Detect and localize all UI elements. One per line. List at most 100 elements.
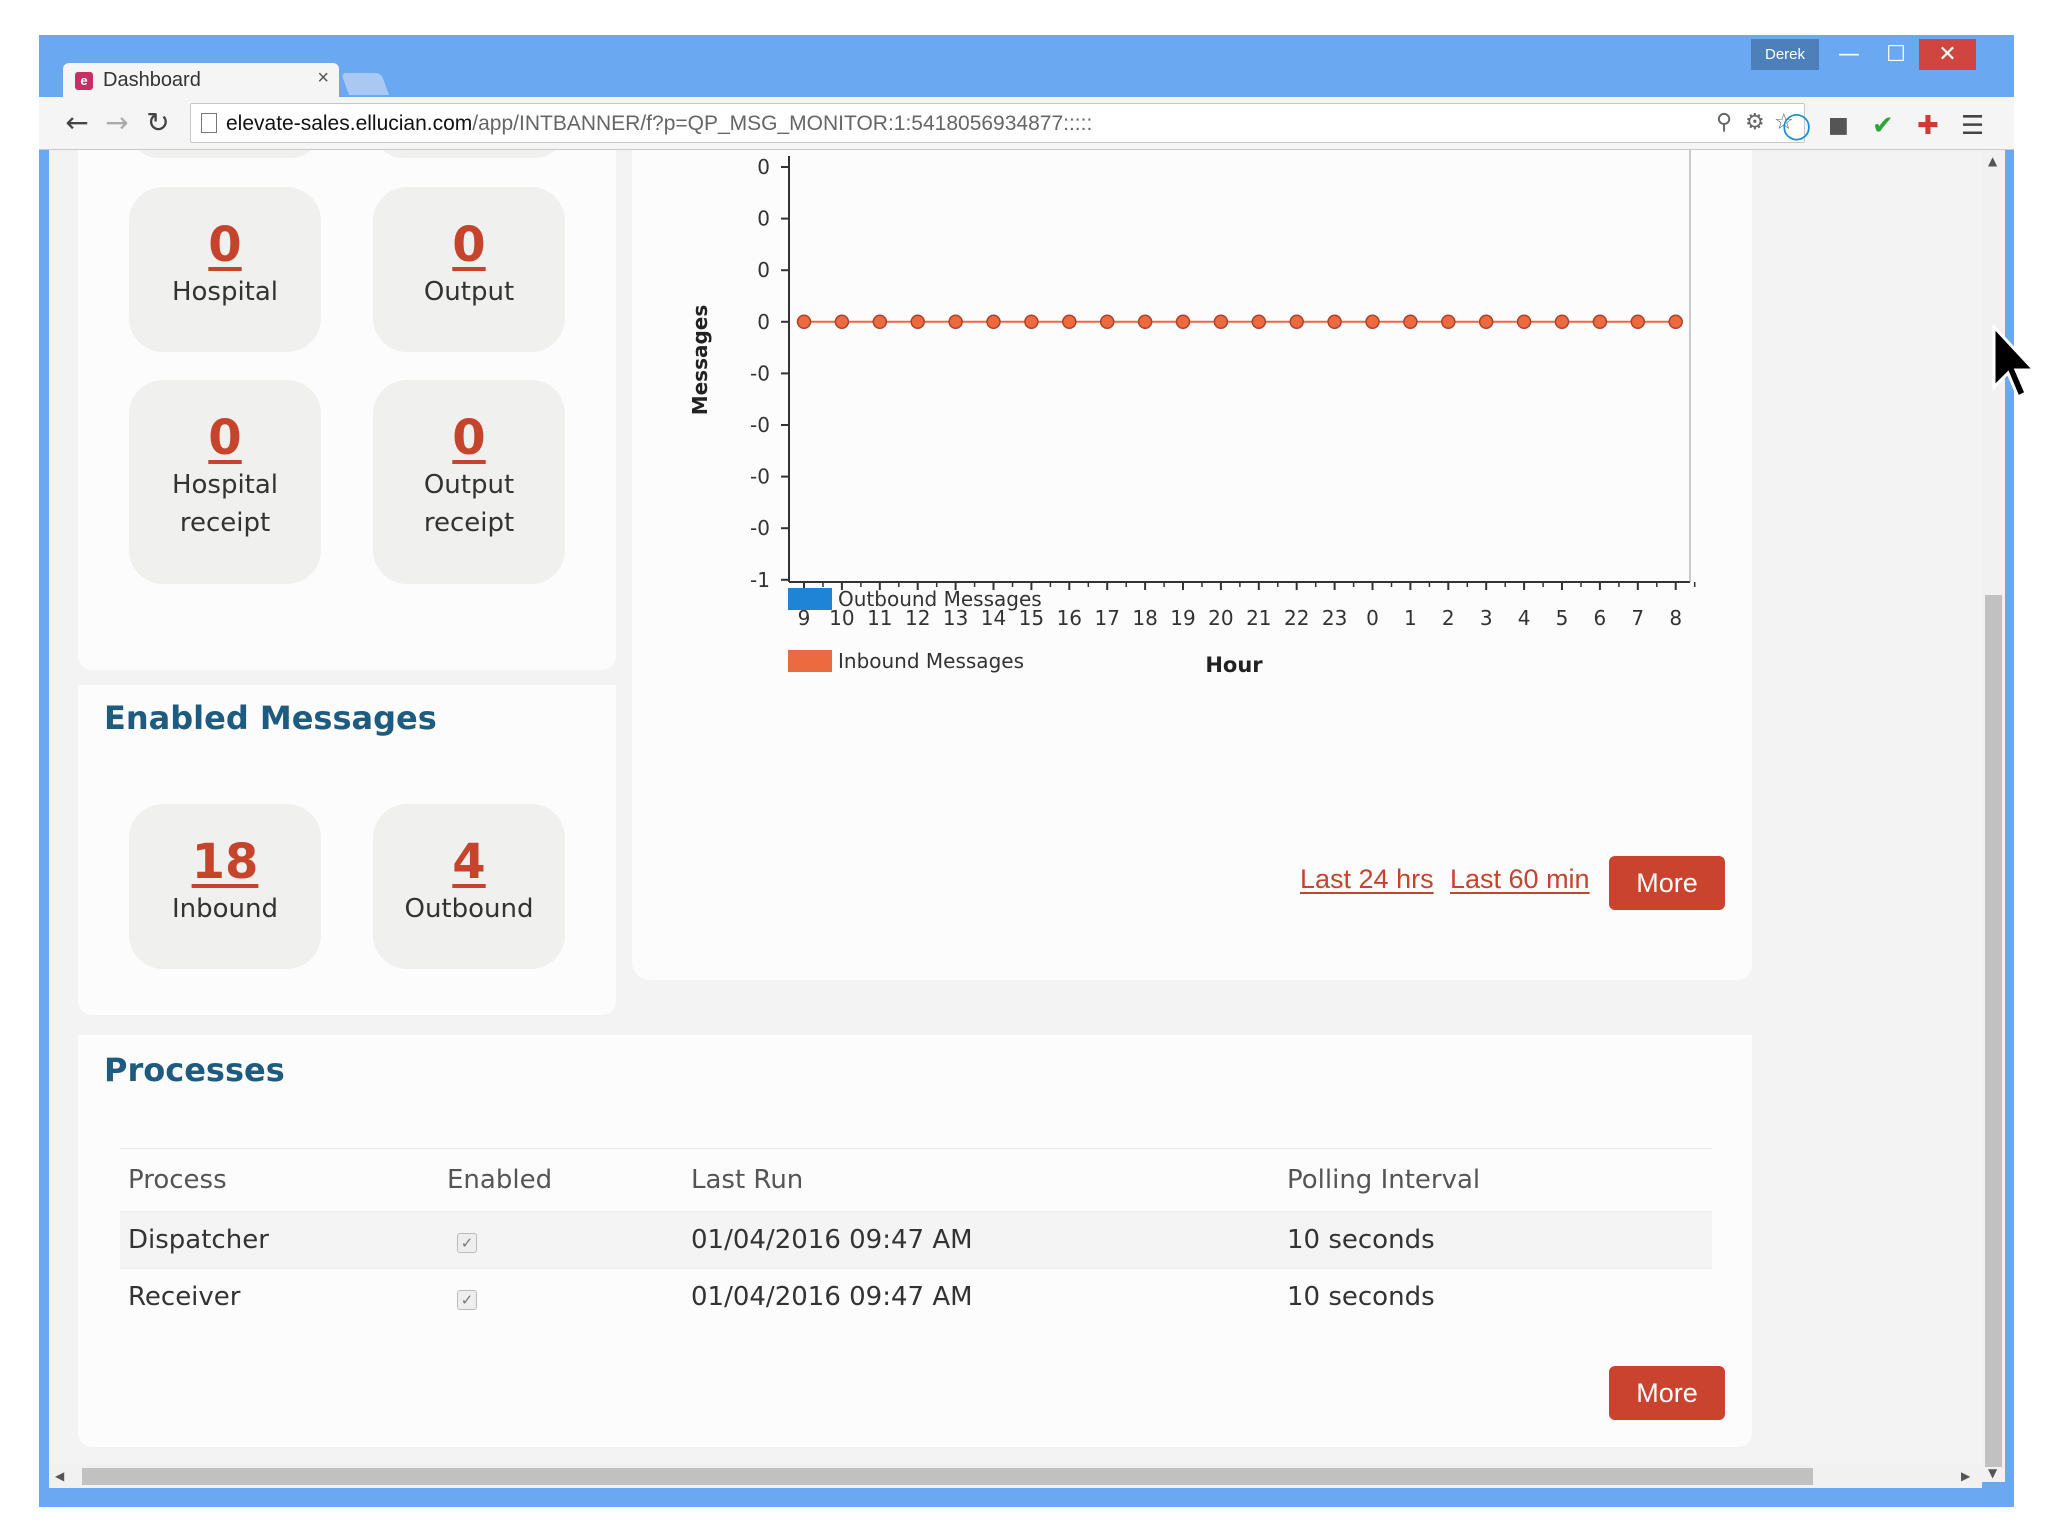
- back-arrow-icon[interactable]: ←: [61, 107, 93, 139]
- data-point: [948, 314, 963, 330]
- last-run: 01/04/2016 09:47 AM: [683, 1268, 1279, 1325]
- scroll-down-icon[interactable]: ▼: [1988, 1466, 1997, 1480]
- address-bar[interactable]: elevate-sales.ellucian.com/app/INTBANNER…: [190, 103, 1805, 143]
- data-point: [796, 314, 812, 330]
- tab-close-icon[interactable]: ×: [317, 67, 329, 90]
- process-name: Receiver: [120, 1268, 439, 1325]
- data-point: [1251, 314, 1267, 330]
- extension-ring-icon[interactable]: ◯: [1782, 113, 1811, 139]
- x-tick-label: 1: [1404, 606, 1417, 630]
- menu-icon[interactable]: ☰: [1961, 113, 1984, 139]
- col-enabled[interactable]: Enabled: [439, 1148, 683, 1212]
- last-24-hrs-link[interactable]: Last 24 hrs: [1300, 864, 1434, 895]
- extension-check-icon[interactable]: ✔: [1872, 113, 1894, 139]
- tile-count[interactable]: 0: [129, 217, 321, 273]
- processes-more-button[interactable]: More: [1609, 1366, 1725, 1420]
- close-window-icon[interactable]: ✕: [1919, 39, 1976, 70]
- horizontal-scroll-thumb[interactable]: [82, 1468, 1813, 1485]
- tile-label: Output receipt: [423, 470, 515, 538]
- x-tick-label: 16: [1057, 606, 1082, 630]
- tile-count[interactable]: 0: [373, 217, 565, 273]
- message-chart: 0000-0-0-0-0-19 10 11 12 13 14 15 16 17 18 19 20 21 2…: [688, 150, 1696, 677]
- processes-table: Process Enabled Last Run Polling Interva…: [120, 1148, 1712, 1325]
- enabled-checkbox[interactable]: ✓: [457, 1290, 477, 1310]
- y-tick-label: -0: [750, 465, 770, 489]
- data-point: [1478, 314, 1494, 330]
- x-tick-label: 23: [1322, 606, 1347, 630]
- tile-count[interactable]: 18: [129, 834, 321, 890]
- data-point: [1630, 314, 1646, 330]
- tile-outbound[interactable]: 4 Outbound: [373, 804, 565, 969]
- table-row[interactable]: Receiver ✓ 01/04/2016 09:47 AM 10 second…: [120, 1268, 1712, 1325]
- col-polling-interval[interactable]: Polling Interval: [1279, 1148, 1712, 1212]
- new-tab-button[interactable]: [340, 73, 390, 95]
- x-tick-label: 3: [1480, 606, 1493, 630]
- data-point: [1099, 314, 1115, 330]
- extension-elephant-icon[interactable]: ■: [1828, 113, 1849, 139]
- key-icon[interactable]: ⚙: [1745, 110, 1765, 135]
- scroll-right-icon[interactable]: ▶: [1961, 1469, 1970, 1483]
- data-point: [1289, 314, 1304, 330]
- table-row[interactable]: Dispatcher ✓ 01/04/2016 09:47 AM 10 seco…: [120, 1211, 1712, 1269]
- y-tick-label: -1: [750, 568, 770, 592]
- chart-panel: 0 0 0 0 -0 -0 -0 -0 -1 9 10 11 12 13 14 15 16 17 18 19 20 21 2…: [632, 150, 1752, 980]
- forward-arrow-icon[interactable]: →: [101, 107, 133, 139]
- data-point: [1062, 314, 1077, 330]
- x-tick-label: 7: [1631, 606, 1644, 630]
- last-60-min-link[interactable]: Last 60 min: [1450, 864, 1590, 895]
- page-icon: [201, 113, 217, 133]
- tile-label: Outbound: [404, 894, 534, 924]
- x-tick-label: 18: [1132, 606, 1157, 630]
- zoom-icon[interactable]: ⚲: [1716, 110, 1732, 135]
- x-tick-label: 22: [1284, 606, 1309, 630]
- browser-toolbar: ← → ↻ elevate-sales.ellucian.com/app/INT…: [39, 97, 2014, 150]
- processes-title: Processes: [104, 1051, 285, 1089]
- y-tick-label: 0: [757, 155, 770, 179]
- scroll-left-icon[interactable]: ◀: [55, 1469, 64, 1483]
- tile-count[interactable]: 0: [129, 410, 321, 466]
- x-tick-label: 2: [1442, 606, 1455, 630]
- enabled-checkbox[interactable]: ✓: [457, 1233, 477, 1253]
- tile-hospital[interactable]: 0 Hospital: [129, 187, 321, 352]
- col-process[interactable]: Process: [120, 1148, 439, 1212]
- x-tick-label: 6: [1594, 606, 1607, 630]
- data-point: [1137, 314, 1153, 330]
- data-point: [1592, 314, 1608, 330]
- tile-output-receipt[interactable]: 0 Output receipt: [373, 380, 565, 584]
- mouse-cursor-icon: [1992, 325, 2036, 400]
- reload-icon[interactable]: ↻: [142, 107, 174, 139]
- legend-label: Outbound Messages: [838, 587, 1042, 611]
- x-tick-label: 17: [1094, 606, 1119, 630]
- browser-window: e Dashboard × Derek — ☐ ✕ ← → ↻ elevate-…: [39, 35, 2014, 1507]
- table-header-row: Process Enabled Last Run Polling Interva…: [120, 1148, 1712, 1212]
- tab-dashboard[interactable]: e Dashboard ×: [63, 63, 339, 97]
- tile-inbound[interactable]: 18 Inbound: [129, 804, 321, 969]
- tile-hospital-receipt[interactable]: 0 Hospital receipt: [129, 380, 321, 584]
- url-path: /app/INTBANNER/f?p=QP_MSG_MONITOR:1:5418…: [472, 112, 1093, 135]
- extension-plus-icon[interactable]: ✚: [1917, 113, 1939, 139]
- enabled-messages-panel: Enabled Messages 18 Inbound 4 Outbound: [78, 685, 616, 1015]
- horizontal-scrollbar[interactable]: ◀ ▶: [49, 1465, 1982, 1488]
- data-point: [1327, 314, 1342, 330]
- scroll-up-icon[interactable]: ▲: [1988, 154, 1997, 168]
- enabled-cell: ✓: [439, 1211, 683, 1269]
- process-name: Dispatcher: [120, 1211, 439, 1269]
- chart-more-button[interactable]: More: [1609, 856, 1725, 910]
- tile-count[interactable]: 4: [373, 834, 565, 890]
- x-tick-label: 19: [1170, 606, 1195, 630]
- processes-panel: Processes Process Enabled Last Run Polli…: [78, 1035, 1752, 1447]
- tile-count[interactable]: 0: [373, 410, 565, 466]
- maximize-icon[interactable]: ☐: [1873, 39, 1919, 70]
- profile-badge[interactable]: Derek: [1751, 39, 1819, 70]
- minimize-icon[interactable]: —: [1826, 39, 1872, 70]
- tile-output[interactable]: 0 Output: [373, 187, 565, 352]
- tile-label: Hospital receipt: [171, 470, 279, 538]
- last-run: 01/04/2016 09:47 AM: [683, 1211, 1279, 1269]
- data-point: [1024, 314, 1039, 330]
- vertical-scroll-thumb[interactable]: [1985, 595, 2002, 1467]
- enabled-cell: ✓: [439, 1268, 683, 1325]
- x-tick-label: 5: [1556, 606, 1569, 630]
- messages-panel: 0 Hospital 0 Output 0 Hospital receipt 0…: [78, 150, 616, 670]
- col-last-run[interactable]: Last Run: [683, 1148, 1279, 1212]
- x-tick-label: 0: [1366, 606, 1379, 630]
